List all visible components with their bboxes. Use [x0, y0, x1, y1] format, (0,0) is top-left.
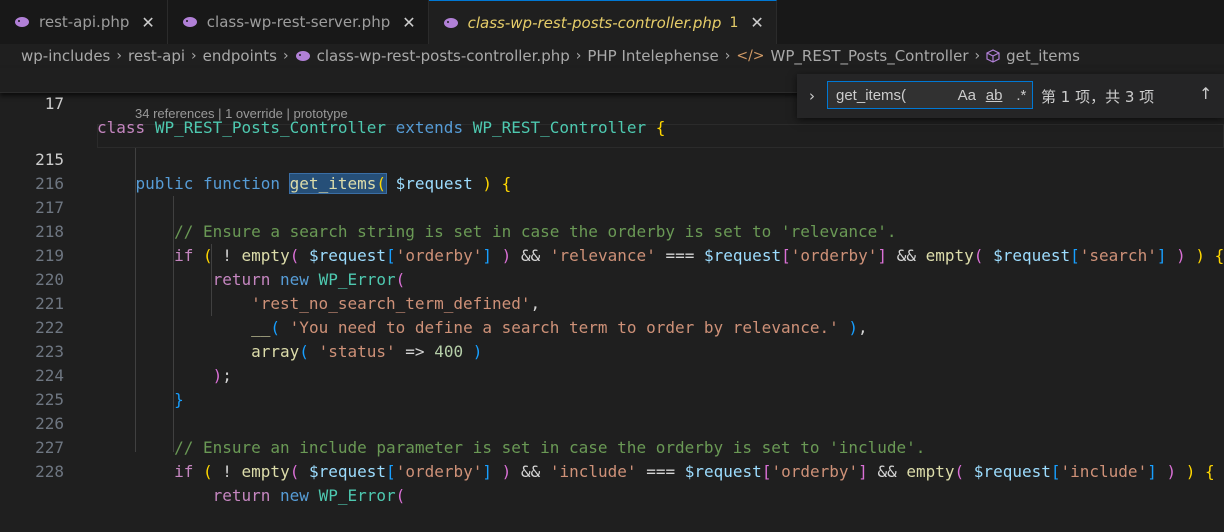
- class-symbol-icon: </>: [736, 48, 765, 64]
- token: $request: [308, 462, 387, 481]
- breadcrumb-separator: ›: [724, 48, 731, 64]
- token: WP_Error: [318, 486, 396, 505]
- token: &&: [877, 462, 897, 481]
- token: 'orderby': [771, 462, 859, 481]
- line-number: 17: [44, 94, 64, 113]
- php-elephant-icon: [443, 17, 458, 28]
- code-line: 227 if ( ! empty( $request['orderby'] ) …: [0, 412, 1224, 481]
- close-icon[interactable]: ✕: [402, 13, 415, 32]
- tab-label: rest-api.php: [39, 13, 130, 31]
- breadcrumb-item[interactable]: get_items: [1006, 47, 1080, 65]
- token: &&: [520, 462, 541, 481]
- breadcrumb-separator: ›: [974, 48, 981, 64]
- breadcrumb-separator: ›: [575, 48, 582, 64]
- match-case-toggle[interactable]: Aa: [956, 87, 977, 104]
- token: 'orderby': [395, 462, 483, 481]
- close-icon[interactable]: ✕: [750, 13, 763, 32]
- breadcrumb-separator: ›: [282, 48, 289, 64]
- code-editor[interactable]: 214 17 class WP_REST_Posts_Controller ex…: [0, 68, 1224, 505]
- tab-rest-api[interactable]: rest-api.php ✕: [0, 0, 168, 44]
- breadcrumb-item[interactable]: wp-includes: [21, 47, 110, 65]
- regex-toggle[interactable]: .*: [1011, 87, 1032, 104]
- tab-class-wp-rest-server[interactable]: class-wp-rest-server.php ✕: [167, 0, 429, 44]
- code-line: 220 'rest_no_search_term_defined',: [0, 244, 1224, 313]
- find-input[interactable]: get_items( Aa ab .*: [827, 81, 1033, 109]
- arrow-up-icon[interactable]: ↑: [1199, 84, 1212, 103]
- tab-class-wp-rest-posts-controller[interactable]: class-wp-rest-posts-controller.php 1 ✕: [428, 0, 777, 44]
- code-line: 225: [0, 364, 1224, 409]
- problem-count-badge: 1: [729, 14, 739, 31]
- code-line: 219 return new WP_Error(: [0, 220, 1224, 289]
- token: ===: [646, 462, 676, 481]
- code-line: 223 );: [0, 316, 1224, 385]
- chevron-right-icon[interactable]: ›: [797, 87, 827, 105]
- code-line: 222 array( 'status' => 400 ): [0, 292, 1224, 361]
- find-input-value[interactable]: get_items(: [828, 87, 950, 104]
- code-line: 224 }: [0, 340, 1224, 409]
- token: new: [280, 486, 309, 505]
- whole-word-toggle[interactable]: ab: [983, 87, 1004, 104]
- code-line: 221 __( 'You need to define a search ter…: [0, 268, 1224, 337]
- breadcrumb-item[interactable]: rest-api: [128, 47, 185, 65]
- brace: {: [655, 118, 666, 137]
- breadcrumb-separator: ›: [191, 48, 197, 64]
- keyword-extends: extends: [395, 118, 464, 137]
- code-line: 218 if ( ! empty( $request['orderby'] ) …: [0, 196, 1224, 265]
- token: return: [212, 486, 271, 505]
- class-name: WP_REST_Posts_Controller: [154, 118, 386, 137]
- token: empty: [241, 462, 290, 481]
- token: !: [222, 462, 232, 481]
- breadcrumb-item[interactable]: WP_REST_Posts_Controller: [771, 47, 969, 65]
- tab-bar: rest-api.php ✕ class-wp-rest-server.php …: [0, 0, 1224, 44]
- token: 'include': [1060, 462, 1148, 481]
- breadcrumb: wp-includes › rest-api › endpoints › cla…: [0, 44, 1224, 68]
- find-widget: › get_items( Aa ab .* 第 1 项，共 3 项 ↑: [797, 74, 1224, 118]
- parent-class-name: WP_REST_Controller: [472, 118, 647, 137]
- code-line: 226 // Ensure an include parameter is se…: [0, 388, 1224, 457]
- code-line: 216: [0, 148, 1224, 193]
- code-line: 217 // Ensure a search string is set in …: [0, 172, 1224, 241]
- token: 'include': [549, 462, 637, 481]
- php-elephant-icon: [182, 17, 197, 27]
- token: empty: [906, 462, 955, 481]
- php-elephant-icon: [15, 17, 29, 27]
- keyword-class: class: [97, 118, 146, 137]
- tab-label: class-wp-rest-server.php: [206, 13, 391, 31]
- token: $request: [973, 462, 1051, 481]
- token: if: [174, 462, 194, 481]
- breadcrumb-item[interactable]: PHP Intelephense: [587, 47, 718, 65]
- match-count: 第 1 项，共 3 项: [1041, 88, 1155, 106]
- close-icon[interactable]: ✕: [141, 13, 154, 32]
- breadcrumb-item[interactable]: endpoints: [203, 47, 277, 65]
- php-elephant-icon: [295, 51, 310, 61]
- token: $request: [684, 462, 762, 481]
- breadcrumb-item[interactable]: class-wp-rest-posts-controller.php: [317, 47, 570, 65]
- method-symbol-icon: [986, 49, 1000, 63]
- breadcrumb-separator: ›: [116, 48, 122, 64]
- line-number: 228: [35, 462, 64, 481]
- tab-label: class-wp-rest-posts-controller.php: [467, 13, 722, 32]
- code-line: 228 return new WP_Error(: [0, 436, 1224, 505]
